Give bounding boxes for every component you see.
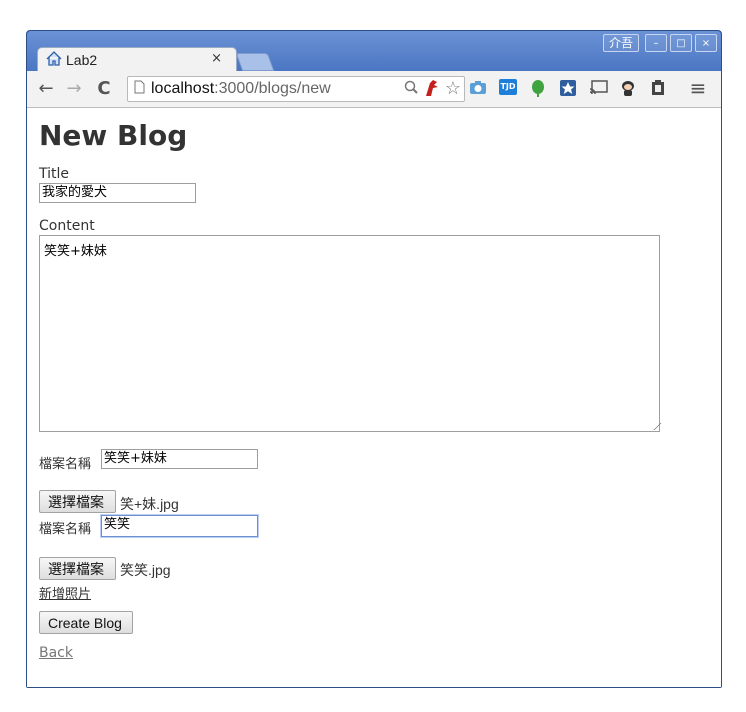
add-photo-link[interactable]: 新增照片 — [39, 583, 91, 602]
back-arrow-icon[interactable]: ← — [35, 78, 57, 99]
maximize-button[interactable]: □ — [670, 34, 692, 52]
resize-grip-icon[interactable] — [646, 423, 662, 430]
title-label: Title — [39, 166, 70, 182]
tab-title: Lab2 — [66, 52, 98, 68]
choose-file-button[interactable]: 選擇檔案 — [39, 490, 116, 513]
page-content: New Blog Title 我家的愛犬 Content 笑笑+妹妹 檔案名稱 … — [27, 108, 721, 687]
page-icon — [134, 80, 145, 99]
shield-extension-icon[interactable] — [649, 79, 667, 97]
title-field[interactable]: 我家的愛犬 — [39, 183, 196, 203]
choose-file-button[interactable]: 選擇檔案 — [39, 557, 116, 580]
window-controls: – □ × — [645, 34, 717, 52]
cast-icon[interactable] — [589, 79, 608, 97]
extension-red-icon[interactable] — [424, 79, 440, 102]
content-textarea[interactable]: 笑笑+妹妹 — [39, 235, 662, 432]
content-text: 笑笑+妹妹 — [44, 244, 107, 259]
tjd-label: TJD — [499, 79, 517, 95]
chosen-file-name: 笑+妹.jpg — [120, 496, 179, 512]
forward-arrow-icon[interactable]: → — [63, 78, 85, 99]
page-title: New Blog — [39, 119, 188, 152]
address-bar[interactable]: localhost:3000/blogs/new ☆ — [127, 76, 465, 102]
evernote-leaf-icon[interactable] — [529, 79, 547, 97]
bookmark-star-icon[interactable]: ☆ — [445, 78, 461, 99]
tab-close-icon[interactable]: × — [211, 51, 222, 66]
photo-name-label: 檔案名稱 — [39, 522, 92, 537]
back-link[interactable]: Back — [39, 645, 73, 661]
tjd-extension-icon[interactable]: TJD — [499, 79, 517, 97]
new-tab-button[interactable] — [235, 53, 275, 71]
create-blog-button[interactable]: Create Blog — [39, 611, 133, 634]
browser-window: 介吾 – □ × Lab2 × ← → C localhost:3000/blo… — [26, 30, 722, 688]
photo-name-field[interactable]: 笑笑+妹妹 — [101, 449, 258, 469]
url-path: :3000/blogs/new — [214, 80, 331, 97]
url-host: localhost — [151, 80, 215, 97]
menu-icon[interactable]: ≡ — [689, 78, 707, 98]
reload-icon[interactable]: C — [93, 78, 115, 99]
photo-name-label: 檔案名稱 — [39, 457, 92, 472]
zoom-icon[interactable] — [404, 80, 418, 99]
octocat-icon[interactable] — [619, 79, 637, 97]
minimize-button[interactable]: – — [645, 34, 667, 52]
chosen-file-name: 笑笑.jpg — [120, 562, 171, 578]
home-icon — [46, 50, 62, 70]
ime-indicator[interactable]: 介吾 — [602, 34, 639, 52]
bookmark-manager-icon[interactable] — [559, 79, 577, 97]
close-window-button[interactable]: × — [695, 34, 717, 52]
browser-toolbar: ← → C localhost:3000/blogs/new ☆ TJD ≡ — [27, 71, 721, 108]
title-bar: 介吾 – □ × Lab2 × — [27, 31, 721, 72]
browser-tab[interactable]: Lab2 × — [37, 47, 237, 72]
camera-icon[interactable] — [469, 79, 487, 97]
photo-name-field[interactable]: 笑笑 — [101, 515, 258, 537]
content-label: Content — [39, 218, 95, 234]
